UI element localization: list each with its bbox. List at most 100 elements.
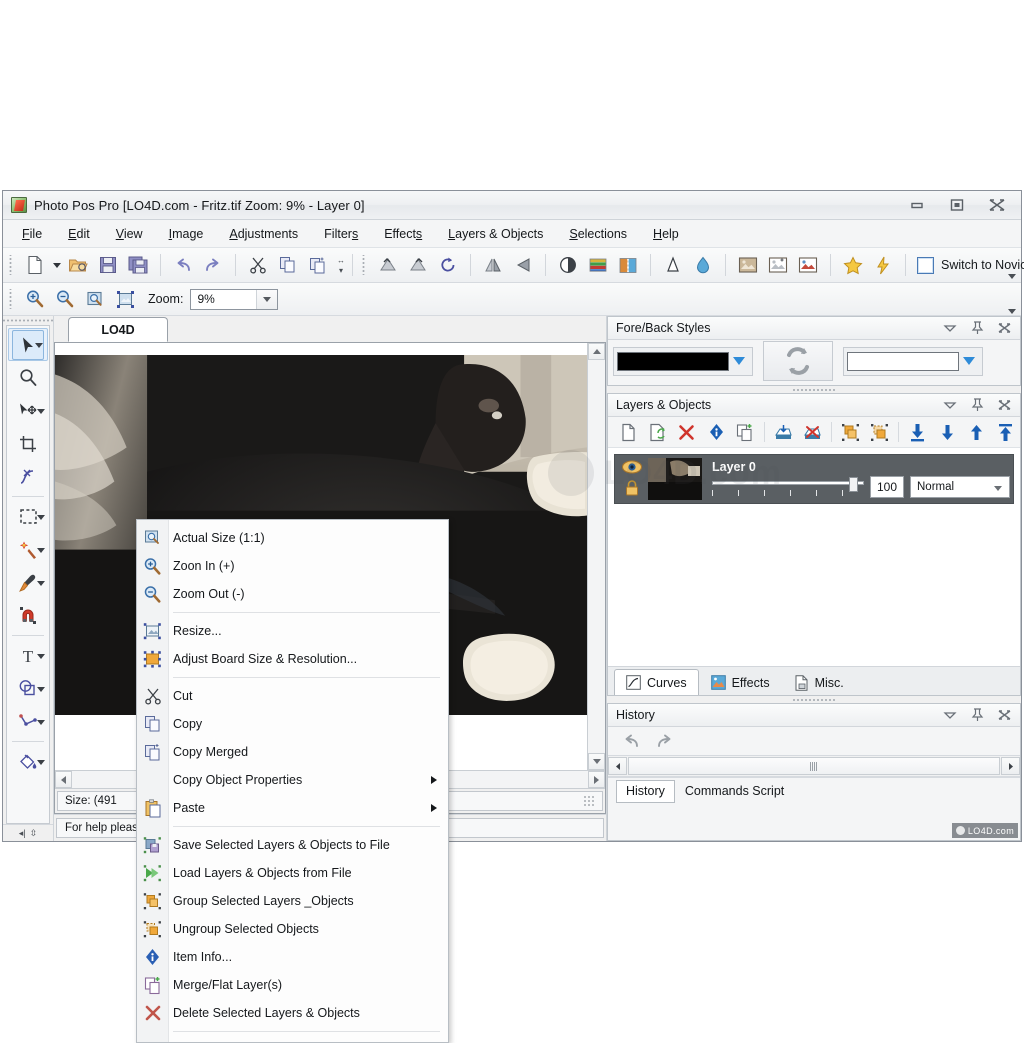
tab-misc[interactable]: Misc.	[782, 669, 856, 695]
layer-row[interactable]: Layer 0 100 Normal	[614, 454, 1014, 504]
context-item-cut[interactable]: Cut	[137, 682, 448, 710]
close-icon[interactable]	[996, 707, 1012, 723]
lock-icon[interactable]	[623, 479, 641, 500]
document-tab[interactable]: LO4D	[68, 317, 168, 342]
context-item-group-layers[interactable]: Group Selected Layers _Objects	[137, 887, 448, 915]
ungroup-icon[interactable]	[865, 418, 894, 446]
cut-icon[interactable]	[243, 251, 273, 279]
tool-shape-dropdown-icon[interactable]	[37, 687, 45, 692]
menu-layers-objects[interactable]: Layers & Objects	[435, 223, 556, 245]
context-item-copy-object-properties[interactable]: Copy Object Properties	[137, 766, 448, 794]
tool-magnet-select[interactable]	[7, 599, 49, 632]
redo-icon[interactable]	[650, 727, 680, 755]
menu-filters[interactable]: Filters	[311, 223, 371, 245]
tab-curves[interactable]: Curves	[614, 669, 699, 695]
menu-file[interactable]: File	[9, 223, 55, 245]
tool-palette-footer[interactable]: ◂| ⇳	[3, 824, 53, 841]
bring-to-top-icon[interactable]	[991, 418, 1020, 446]
layer-opacity-slider[interactable]	[712, 476, 864, 498]
undo-icon[interactable]	[616, 727, 646, 755]
tool-text-dropdown-icon[interactable]	[37, 654, 45, 659]
blur-icon[interactable]	[688, 251, 718, 279]
contrast-icon[interactable]	[553, 251, 583, 279]
save-icon[interactable]	[93, 251, 123, 279]
foreground-color-swatch[interactable]	[617, 352, 729, 371]
tool-fill[interactable]	[7, 745, 49, 778]
new-layer-icon[interactable]	[614, 418, 643, 446]
tool-path[interactable]	[7, 460, 49, 493]
menu-edit[interactable]: Edit	[55, 223, 103, 245]
context-item-item-info[interactable]: Item Info...	[137, 943, 448, 971]
tool-pointer-dropdown-icon[interactable]	[35, 343, 43, 348]
layers-list[interactable]: Layer 0 100 Normal	[608, 448, 1020, 666]
context-item-delete-layers[interactable]: Delete Selected Layers & Objects	[137, 999, 448, 1027]
history-list[interactable]: LO4D.com	[608, 804, 1020, 840]
add-layer-icon[interactable]	[731, 418, 760, 446]
tool-fill-dropdown-icon[interactable]	[37, 760, 45, 765]
menu-view[interactable]: View	[103, 223, 156, 245]
open-folder-icon[interactable]	[63, 251, 93, 279]
zoom-toolbar-grip[interactable]	[8, 289, 15, 309]
history-scroll-thumb[interactable]	[628, 757, 1000, 775]
context-item-actual-size[interactable]: Actual Size (1:1)	[137, 524, 448, 552]
context-item-adjust-board[interactable]: Adjust Board Size & Resolution...	[137, 645, 448, 673]
flip-horizontal-icon[interactable]	[478, 251, 508, 279]
context-item-copy[interactable]: Copy	[137, 710, 448, 738]
tool-crop[interactable]	[7, 427, 49, 460]
scroll-left-icon[interactable]	[55, 771, 72, 788]
actual-size-icon[interactable]	[80, 285, 110, 313]
sharpen-icon[interactable]	[658, 251, 688, 279]
quick-actions-icon[interactable]	[868, 251, 898, 279]
novice-checkbox[interactable]	[917, 257, 934, 274]
pin-icon[interactable]	[969, 320, 985, 336]
resize-grip-icon[interactable]	[583, 795, 595, 807]
layer-info-icon[interactable]	[701, 418, 730, 446]
image-effect-icon[interactable]	[733, 251, 763, 279]
history-scrollbar[interactable]	[608, 755, 1020, 777]
tab-effects[interactable]: Effects	[699, 669, 782, 695]
menu-adjustments[interactable]: Adjustments	[216, 223, 311, 245]
tool-line-dropdown-icon[interactable]	[37, 720, 45, 725]
palette-expand-icon[interactable]: ⇳	[30, 828, 38, 839]
vscroll-track[interactable]	[588, 360, 605, 753]
send-to-bottom-icon[interactable]	[903, 418, 932, 446]
chevron-down-icon[interactable]	[942, 397, 958, 413]
menu-effects[interactable]: Effects	[371, 223, 435, 245]
copy-icon[interactable]	[273, 251, 303, 279]
context-item-load-layers[interactable]: Load Layers & Objects from File	[137, 859, 448, 887]
pin-icon[interactable]	[969, 707, 985, 723]
flip-vertical-icon[interactable]	[508, 251, 538, 279]
canvas-vertical-scrollbar[interactable]	[587, 343, 605, 770]
palette-collapse-icon[interactable]: ◂|	[19, 828, 26, 839]
toolbar-grip[interactable]	[8, 255, 15, 275]
eye-icon[interactable]	[621, 459, 643, 478]
context-item-zoom-out[interactable]: Zoom Out (-)	[137, 580, 448, 608]
tool-move-dropdown-icon[interactable]	[37, 409, 45, 414]
zoom-toolbar-overflow-icon[interactable]	[1006, 286, 1018, 314]
layer-opacity-value[interactable]: 100	[870, 476, 904, 498]
minimize-icon[interactable]	[907, 197, 927, 213]
tool-brush-select[interactable]	[7, 566, 49, 599]
swap-colors-icon[interactable]	[763, 341, 833, 381]
tool-shape[interactable]	[7, 672, 49, 705]
new-file-dropdown-icon[interactable]	[50, 252, 63, 278]
toolbar-overflow-icon[interactable]	[1006, 251, 1018, 279]
group-icon[interactable]	[836, 418, 865, 446]
layer-blend-mode-select[interactable]: Normal	[910, 476, 1010, 498]
chevron-down-icon[interactable]	[942, 707, 958, 723]
close-icon[interactable]	[996, 320, 1012, 336]
close-icon[interactable]	[987, 197, 1007, 213]
close-icon[interactable]	[996, 397, 1012, 413]
panel-resizer-1[interactable]	[607, 386, 1021, 393]
foreground-swatch-control[interactable]	[613, 347, 753, 376]
duplicate-layer-icon[interactable]	[643, 418, 672, 446]
save-all-icon[interactable]	[123, 251, 153, 279]
background-swatch-control[interactable]	[843, 347, 983, 376]
tool-zoom[interactable]	[7, 361, 49, 394]
scroll-down-icon[interactable]	[588, 753, 605, 770]
delete-layer-icon[interactable]	[672, 418, 701, 446]
color-balance-icon[interactable]	[613, 251, 643, 279]
tool-palette-grip[interactable]	[3, 316, 53, 325]
scroll-up-icon[interactable]	[588, 343, 605, 360]
rotate-left-icon[interactable]	[373, 251, 403, 279]
